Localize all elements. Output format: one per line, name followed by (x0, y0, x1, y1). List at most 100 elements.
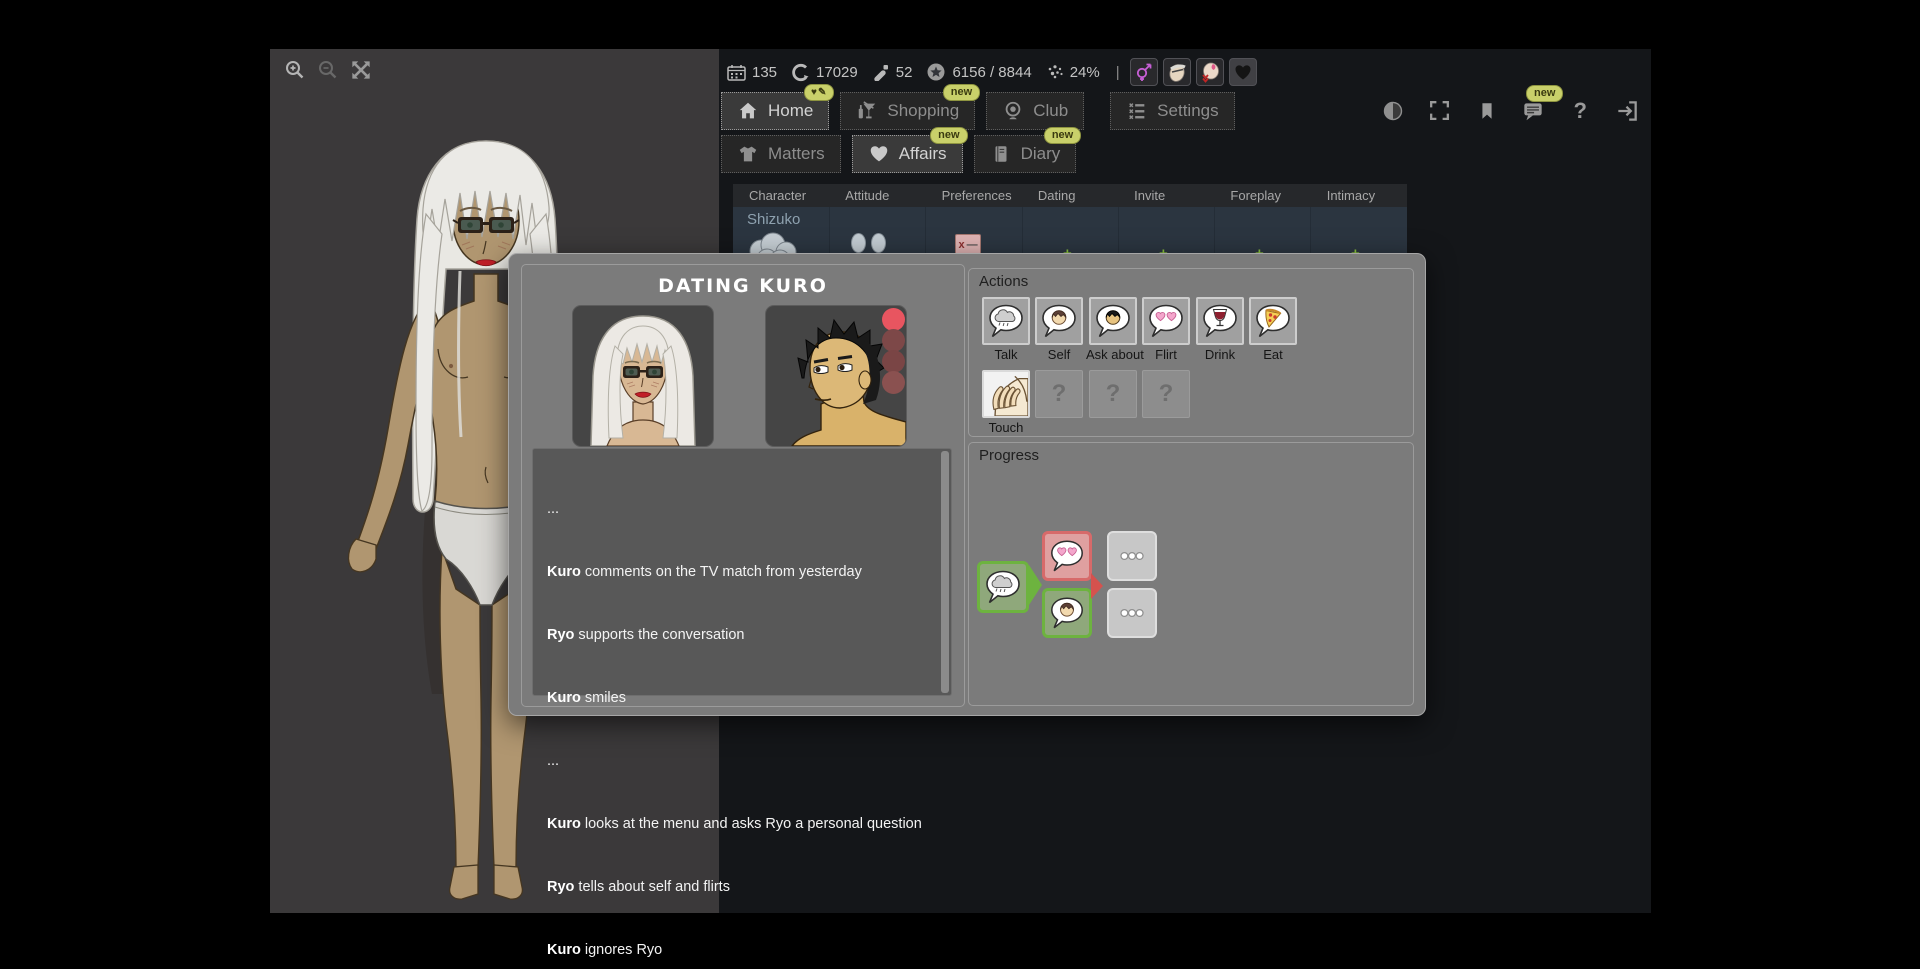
interest-dot-empty (882, 329, 905, 352)
action-eat-label: Eat (1246, 347, 1300, 362)
col-foreplay: Foreplay (1214, 188, 1310, 203)
action-flirt-button[interactable] (1142, 297, 1190, 345)
progress-node-flirt-failed (1042, 531, 1092, 581)
shopping-new-badge: new (943, 84, 980, 101)
stat-influence-value: 24% (1070, 64, 1100, 81)
tab-matters-label: Matters (768, 144, 825, 164)
action-locked-button[interactable]: ? (1142, 370, 1190, 418)
tab-diary[interactable]: Diary new (974, 135, 1077, 173)
tab-club[interactable]: Club (986, 92, 1084, 130)
gender-symbol-icon[interactable] (1130, 58, 1158, 86)
checklist-icon (1126, 100, 1148, 122)
utility-icons: new ? (1379, 92, 1641, 129)
tab-shopping[interactable]: Shopping new (840, 92, 975, 130)
table-header: Character Attitude Preferences Dating In… (733, 184, 1407, 207)
exit-icon[interactable] (1613, 97, 1641, 125)
action-drink-label: Drink (1193, 347, 1247, 362)
dialog-left-panel: DATING KURO (521, 264, 965, 707)
progress-node-talk-done (977, 561, 1029, 613)
stat-credits: 17029 (791, 63, 858, 82)
heart-icon (868, 143, 890, 165)
col-preferences: Preferences (926, 188, 1022, 203)
action-self-label: Self (1032, 347, 1086, 362)
cocktail-icon (856, 100, 878, 122)
stats-bar: 135 17029 52 6156 / 8844 24% (719, 55, 1659, 89)
bookmark-icon[interactable] (1473, 97, 1501, 125)
action-touch-label: Touch (979, 420, 1033, 435)
action-talk-label: Talk (979, 347, 1033, 362)
zoom-out-icon[interactable] (315, 57, 341, 83)
stat-influence: 24% (1046, 64, 1100, 81)
action-touch-button[interactable] (982, 370, 1030, 418)
action-self-button[interactable] (1035, 297, 1083, 345)
character-name: Shizuko (747, 211, 800, 228)
action-locked-button[interactable]: ? (1089, 370, 1137, 418)
progress-arrow-red (1091, 573, 1103, 599)
stats-separator: | (1116, 64, 1120, 81)
nav-row-2: Matters Affairs new Diary new (721, 135, 1076, 173)
progress-node-unknown (1107, 531, 1157, 581)
status-tiles (1130, 58, 1257, 86)
action-ask-about-button[interactable] (1089, 297, 1137, 345)
house-icon (737, 100, 759, 122)
tab-affairs-label: Affairs (899, 144, 947, 164)
dialog-title: DATING KURO (522, 275, 964, 297)
tab-diary-label: Diary (1021, 144, 1061, 164)
partner-face-icon[interactable] (1163, 58, 1191, 86)
black-heart-icon[interactable] (1229, 58, 1257, 86)
action-ask-about-label: Ask about (1086, 347, 1140, 362)
tab-home[interactable]: Home ♥✎ (721, 92, 829, 130)
action-flirt-label: Flirt (1139, 347, 1193, 362)
affairs-new-badge: new (930, 127, 967, 144)
expand-icon[interactable] (348, 57, 374, 83)
tab-settings-label: Settings (1157, 101, 1218, 121)
col-intimacy: Intimacy (1311, 188, 1407, 203)
stat-favor: 6156 / 8844 (926, 62, 1031, 82)
action-drink-button[interactable] (1196, 297, 1244, 345)
webcam-icon (1002, 100, 1024, 122)
contrast-icon[interactable] (1379, 97, 1407, 125)
actions-title: Actions (979, 273, 1028, 290)
actions-panel: Actions Talk Self Ask about Flirt Drink (968, 268, 1414, 437)
action-eat-button[interactable] (1249, 297, 1297, 345)
partner-flirt-face-icon[interactable] (1196, 58, 1224, 86)
dating-dialog: DATING KURO (508, 253, 1426, 716)
diary-new-badge: new (1044, 127, 1081, 144)
viewer-toolbar (282, 57, 374, 83)
zoom-in-icon[interactable] (282, 57, 308, 83)
col-dating: Dating (1022, 188, 1118, 203)
col-character: Character (733, 188, 829, 203)
book-icon (990, 143, 1012, 165)
messages-new-badge: new (1526, 85, 1563, 102)
home-notification-badge: ♥✎ (804, 84, 834, 101)
game-screen: 135 17029 52 6156 / 8844 24% (0, 0, 1920, 969)
influence-dots-icon (1046, 64, 1064, 80)
tab-club-label: Club (1033, 101, 1068, 121)
progress-panel: Progress (968, 442, 1414, 706)
interest-dot-filled (882, 308, 905, 331)
progress-title: Progress (979, 447, 1039, 464)
stat-calls: 52 (872, 63, 913, 81)
attitude-indicator (851, 233, 886, 253)
action-locked-button[interactable]: ? (1035, 370, 1083, 418)
fullscreen-icon[interactable] (1426, 97, 1454, 125)
messages-icon[interactable]: new (1519, 97, 1547, 125)
stat-days: 135 (727, 64, 777, 81)
stat-days-value: 135 (752, 64, 777, 81)
log-scrollbar[interactable] (941, 451, 949, 693)
tab-settings[interactable]: Settings (1110, 92, 1234, 130)
tab-matters[interactable]: Matters (721, 135, 841, 173)
action-talk-button[interactable] (982, 297, 1030, 345)
nav-row-1: Home ♥✎ Shopping new Club Settings (721, 92, 1235, 130)
progress-arrow-green (1029, 565, 1042, 605)
favor-star-icon (926, 62, 946, 82)
calendar-icon (727, 64, 746, 81)
interest-dot-empty (882, 350, 905, 373)
tab-affairs[interactable]: Affairs new (852, 135, 963, 173)
preferences-indicator: x— (955, 234, 981, 255)
tshirt-icon (737, 143, 759, 165)
help-icon[interactable]: ? (1566, 97, 1594, 125)
col-attitude: Attitude (829, 188, 925, 203)
interest-dot-empty (882, 371, 905, 394)
stat-calls-value: 52 (896, 64, 913, 81)
